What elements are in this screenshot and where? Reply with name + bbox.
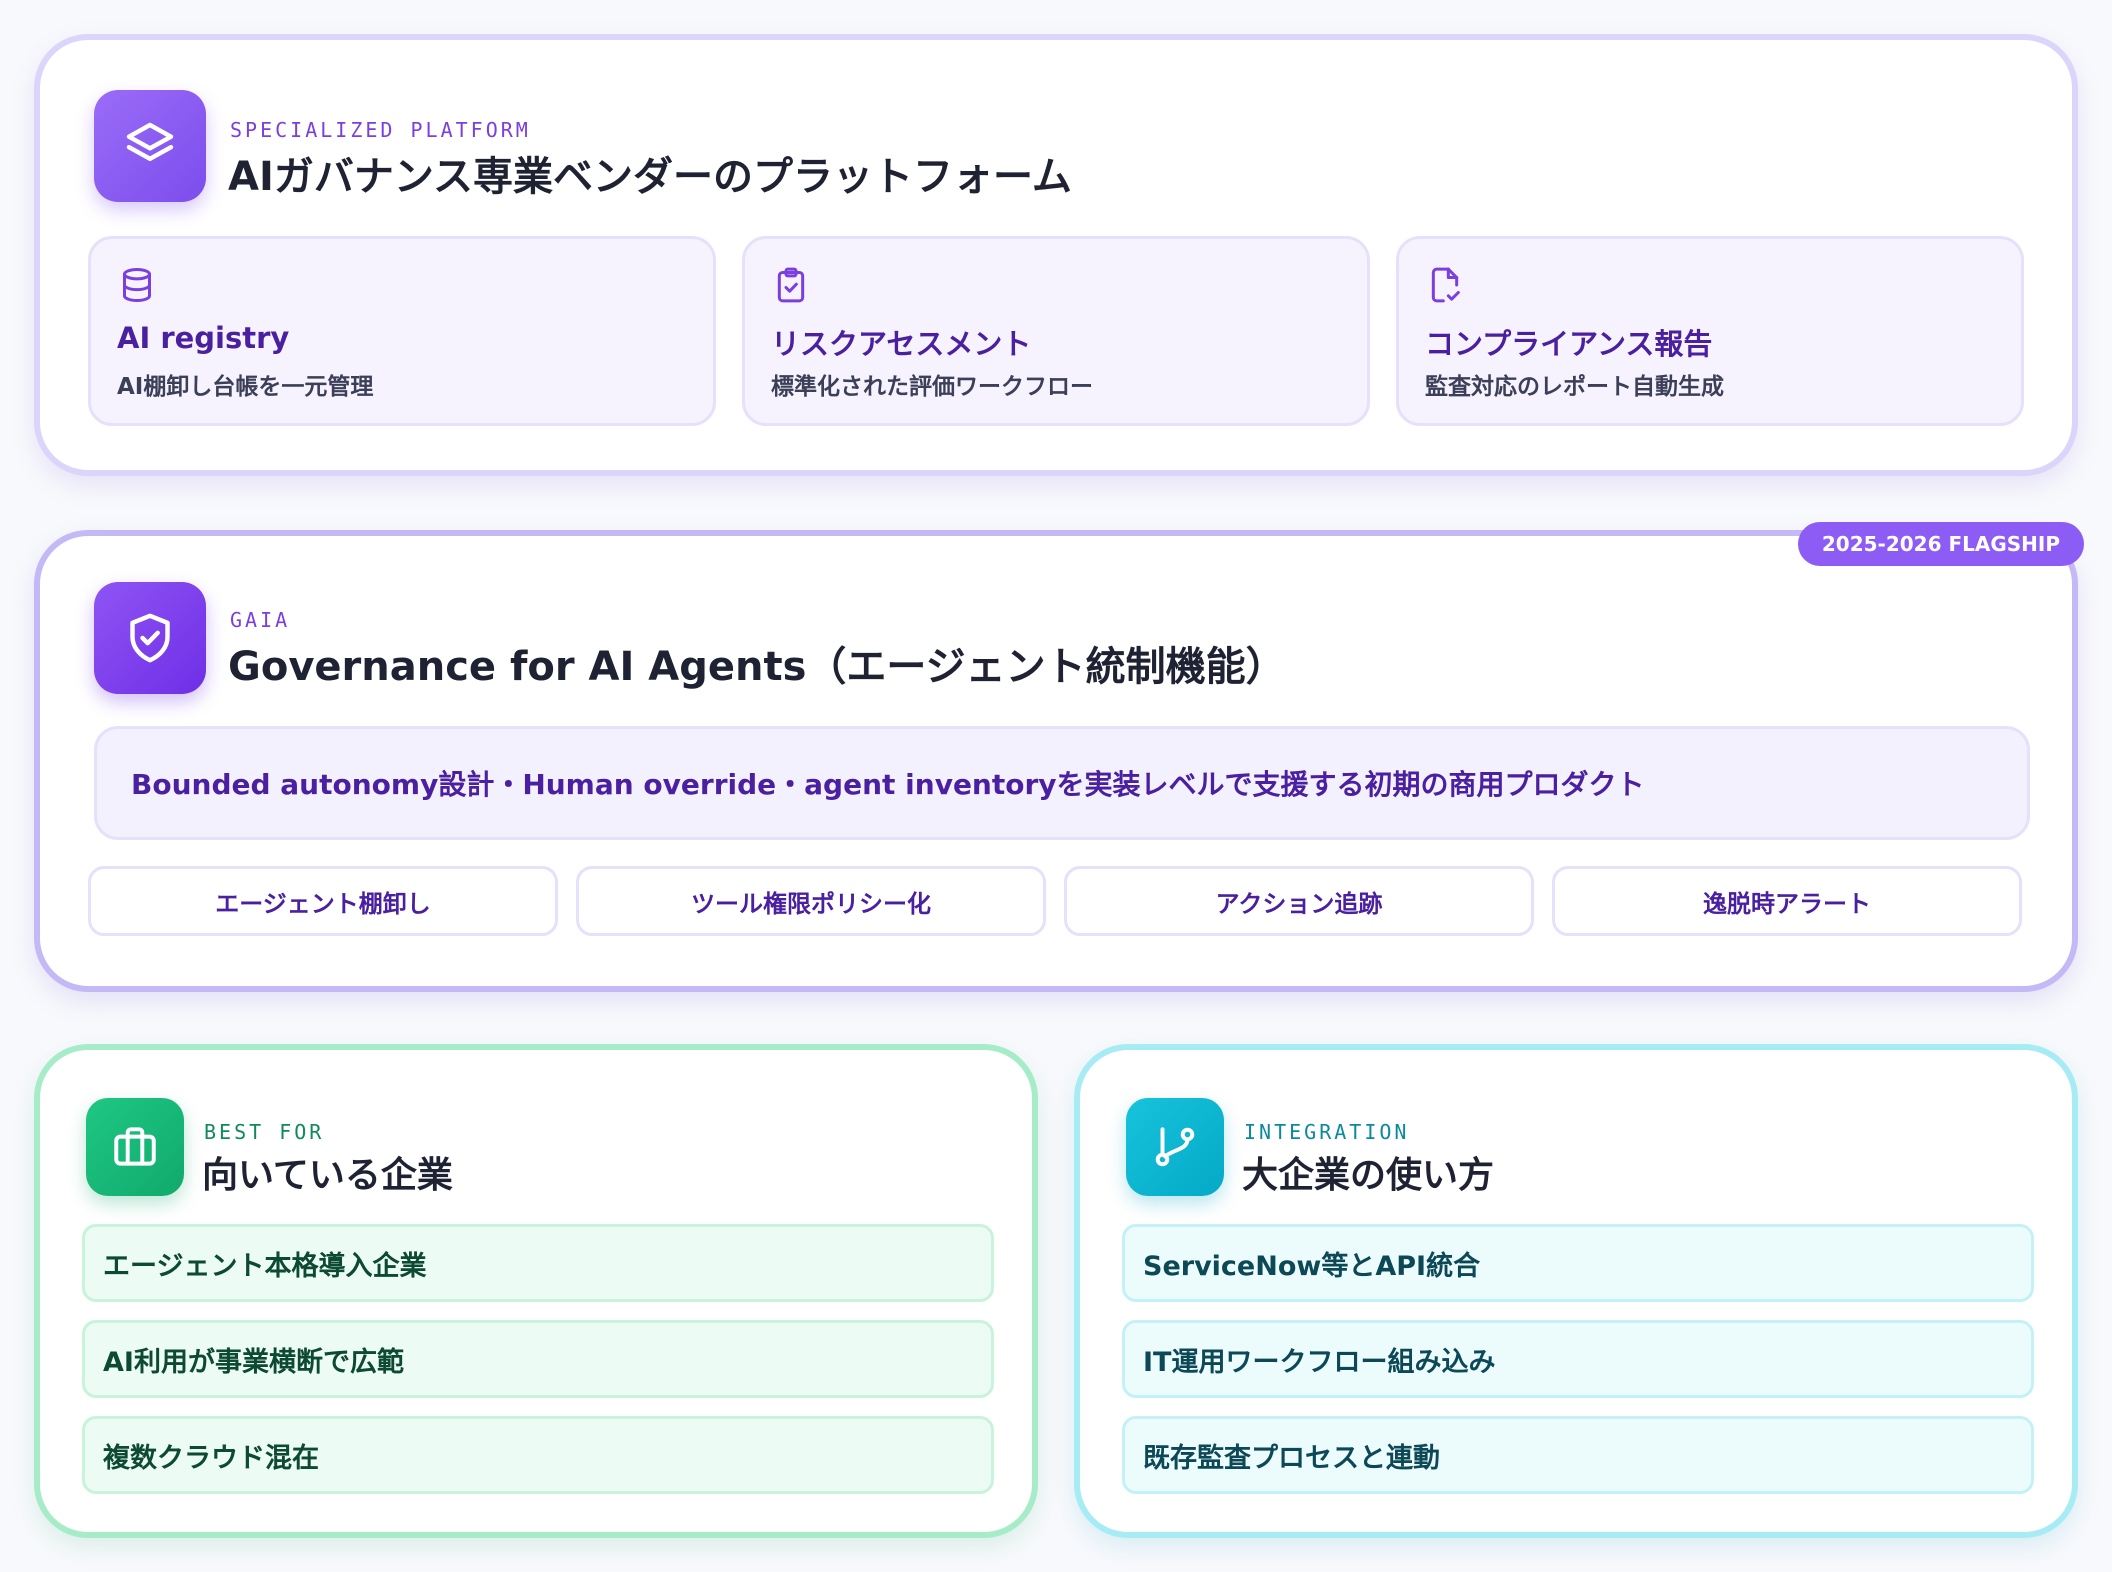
feature-desc: AI棚卸し台帳を一元管理 — [117, 374, 374, 400]
list-item: AI利用が事業横断で広範 — [82, 1320, 994, 1398]
gaia-description: Bounded autonomy設計・Human override・agent … — [94, 726, 2030, 840]
feature-title: リスクアセスメント — [771, 327, 1032, 361]
layers-icon — [94, 90, 206, 202]
feature-title: コンプライアンス報告 — [1425, 327, 1713, 361]
integration-eyebrow: INTEGRATION — [1244, 1120, 1410, 1144]
platform-title: AIガバナンス専業ベンダーのプラットフォーム — [228, 154, 1072, 200]
feature-card-risk-assessment: リスクアセスメント 標準化された評価ワークフロー — [742, 236, 1370, 426]
briefcase-icon — [86, 1098, 184, 1196]
capability-pill: ツール権限ポリシー化 — [576, 866, 1046, 936]
gaia-eyebrow: GAIA — [230, 608, 291, 632]
flagship-badge: 2025-2026 FLAGSHIP — [1797, 522, 2084, 566]
list-item: 複数クラウド混在 — [82, 1416, 994, 1494]
list-item: ServiceNow等とAPI統合 — [1122, 1224, 2034, 1302]
platform-eyebrow: SPECIALIZED PLATFORM — [230, 118, 531, 142]
shield-check-icon — [94, 582, 206, 694]
feature-desc: 標準化された評価ワークフロー — [771, 374, 1093, 400]
feature-desc: 監査対応のレポート自動生成 — [1425, 374, 1724, 400]
git-branch-icon — [1126, 1098, 1224, 1196]
capability-pill: 逸脱時アラート — [1552, 866, 2022, 936]
database-icon — [117, 265, 157, 305]
best-for-eyebrow: BEST FOR — [204, 1120, 325, 1144]
capability-pill: エージェント棚卸し — [88, 866, 558, 936]
file-check-icon — [1425, 265, 1465, 305]
gaia-card: 2025-2026 FLAGSHIP GAIA Governance for A… — [34, 522, 2084, 992]
list-item: 既存監査プロセスと連動 — [1122, 1416, 2034, 1494]
feature-title: AI registry — [117, 321, 290, 355]
list-item: エージェント本格導入企業 — [82, 1224, 994, 1302]
feature-card-compliance-report: コンプライアンス報告 監査対応のレポート自動生成 — [1396, 236, 2024, 426]
best-for-card: BEST FOR 向いている企業 エージェント本格導入企業 AI利用が事業横断で… — [34, 1044, 1038, 1538]
list-item: IT運用ワークフロー組み込み — [1122, 1320, 2034, 1398]
gaia-title: Governance for AI Agents（エージェント統制機能） — [228, 644, 1286, 690]
integration-title: 大企業の使い方 — [1242, 1155, 1495, 1196]
best-for-title: 向いている企業 — [202, 1155, 453, 1196]
platform-card: SPECIALIZED PLATFORM AIガバナンス専業ベンダーのプラットフ… — [34, 34, 2078, 476]
capability-pill: アクション追跡 — [1064, 866, 1534, 936]
integration-card: INTEGRATION 大企業の使い方 ServiceNow等とAPI統合 IT… — [1074, 1044, 2078, 1538]
clipboard-check-icon — [771, 265, 811, 305]
feature-card-ai-registry: AI registry AI棚卸し台帳を一元管理 — [88, 236, 716, 426]
